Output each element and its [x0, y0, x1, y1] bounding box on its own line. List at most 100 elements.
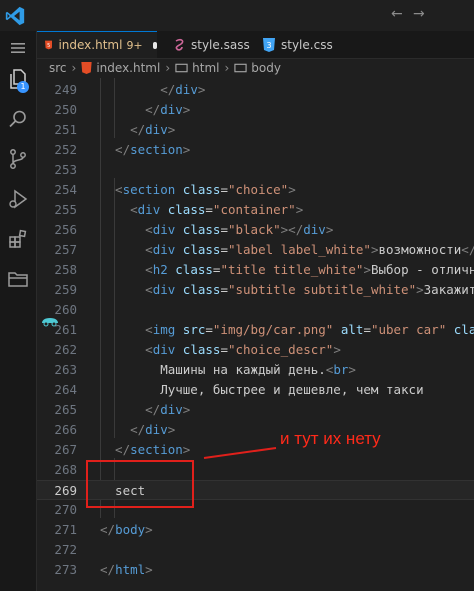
code-line[interactable]: 264 Лучше, быстрее и дешевле, чем такси: [37, 380, 474, 400]
code-text: <div class="subtitle subtitle_white">Зак…: [100, 280, 474, 300]
code-text: </body>: [100, 520, 153, 540]
code-token: </: [100, 142, 131, 157]
code-line[interactable]: 250 </div>: [37, 100, 474, 120]
code-text: Машины на каждый день.<br>: [100, 360, 356, 380]
code-token: >: [370, 242, 379, 257]
code-token: <: [100, 262, 153, 277]
unsaved-dot-icon[interactable]: [152, 41, 157, 49]
css3-icon: 3: [263, 37, 275, 52]
code-line[interactable]: 254 <section class="choice">: [37, 180, 474, 200]
code-line[interactable]: 253: [37, 160, 474, 180]
breadcrumb-html[interactable]: html: [192, 61, 219, 75]
code-token: </: [100, 422, 146, 437]
svg-text:5: 5: [47, 43, 50, 49]
chevron-right-icon: ›: [224, 61, 230, 75]
code-token: class: [182, 242, 221, 257]
code-token: class: [182, 222, 221, 237]
code-line[interactable]: 261 <img src="img/bg/car.png" alt="uber …: [37, 320, 474, 340]
code-token: div: [152, 342, 176, 357]
code-text: Лучше, быстрее и дешевле, чем такси: [100, 380, 423, 400]
code-token: </: [461, 242, 474, 257]
code-line[interactable]: 265 </div>: [37, 400, 474, 420]
line-number: 252: [54, 142, 77, 157]
tab-label: style.css: [281, 37, 333, 52]
line-number: 266: [54, 422, 77, 437]
code-token: "black": [227, 222, 281, 237]
code-token: "label label_white": [227, 242, 371, 257]
back-arrow-icon[interactable]: ←: [391, 6, 403, 22]
menu-icon[interactable]: [6, 36, 30, 60]
code-line[interactable]: 252 </section>: [37, 140, 474, 160]
code-token: >: [182, 442, 191, 457]
breadcrumb: src › index.html › html › body: [37, 59, 281, 77]
code-text: <img src="img/bg/car.png" alt="uber car"…: [100, 320, 474, 340]
tab-index-html[interactable]: 5 index.html 9+: [37, 31, 157, 58]
forward-arrow-icon[interactable]: →: [413, 6, 425, 22]
chevron-right-icon: ›: [165, 61, 171, 75]
code-token: div: [145, 122, 168, 137]
code-token: h2: [152, 262, 168, 277]
code-line[interactable]: 258 <h2 class="title title_white">Выбор …: [37, 260, 474, 280]
code-token: <: [100, 282, 153, 297]
code-token: >: [288, 182, 296, 197]
source-control-icon[interactable]: [6, 147, 30, 171]
annotation-text: и тут их нету: [280, 429, 381, 448]
html5-icon: 5: [45, 40, 53, 50]
code-line[interactable]: 266 </div>: [37, 420, 474, 440]
run-debug-icon[interactable]: [6, 187, 30, 211]
line-number: 256: [54, 222, 77, 237]
code-token: class: [175, 262, 213, 277]
code-token: >: [145, 522, 153, 537]
tab-style-sass[interactable]: style.sass: [163, 31, 263, 58]
code-token: section: [130, 142, 183, 157]
code-editor[interactable]: 249 </div> 250 </div> 251 </div> 252 </sect…: [37, 78, 474, 591]
code-line[interactable]: 257 <div class="label label_white">возмо…: [37, 240, 474, 260]
line-number: 273: [54, 562, 77, 577]
code-text: <div class="black"></div>: [100, 220, 333, 240]
code-line[interactable]: 259 <div class="subtitle subtitle_white"…: [37, 280, 474, 300]
code-token: </: [100, 102, 161, 117]
line-number: 261: [54, 322, 77, 337]
tab-style-css[interactable]: 3 style.css: [263, 31, 363, 58]
code-token: >: [197, 82, 206, 97]
code-token: >: [167, 122, 176, 137]
search-icon[interactable]: [6, 107, 30, 131]
code-token: =: [220, 242, 228, 257]
line-number: 264: [54, 382, 77, 397]
breadcrumb-src[interactable]: src: [49, 61, 67, 75]
code-line[interactable]: 255 <div class="container">: [37, 200, 474, 220]
code-token: "choice": [227, 182, 289, 197]
code-line[interactable]: 272: [37, 540, 474, 560]
code-token: alt: [340, 322, 364, 337]
code-token: Машины на каждый день.: [100, 362, 326, 377]
code-line[interactable]: 249 </div>: [37, 80, 474, 100]
breadcrumb-body[interactable]: body: [251, 61, 281, 75]
code-token: "img/bg/car.png": [212, 322, 334, 337]
folder-icon[interactable]: [6, 267, 30, 291]
code-line[interactable]: 271 </body>: [37, 520, 474, 540]
code-token: <: [100, 202, 138, 217]
code-line[interactable]: 260: [37, 300, 474, 320]
html5-icon: [81, 62, 92, 74]
line-number: 265: [54, 402, 77, 417]
breadcrumb-file[interactable]: index.html: [96, 61, 160, 75]
code-line[interactable]: 263 Машины на каждый день.<br>: [37, 360, 474, 380]
code-text: </div>: [100, 100, 190, 120]
code-token: class: [182, 182, 221, 197]
activity-bar: 1: [0, 31, 37, 591]
element-icon: [175, 63, 188, 73]
code-line[interactable]: 256 <div class="black"></div>: [37, 220, 474, 240]
code-line[interactable]: 251 </div>: [37, 120, 474, 140]
code-token: >: [295, 202, 304, 217]
editor-tabs: 5 index.html 9+ style.sass 3 style.css: [37, 31, 474, 59]
vscode-logo-icon[interactable]: [4, 5, 26, 27]
code-line[interactable]: 262 <div class="choice_descr">: [37, 340, 474, 360]
code-text: </div>: [100, 420, 175, 440]
code-token: <: [100, 242, 153, 257]
line-number: 260: [54, 302, 77, 317]
extensions-icon[interactable]: [6, 227, 30, 251]
code-line[interactable]: 273 </html>: [37, 560, 474, 580]
